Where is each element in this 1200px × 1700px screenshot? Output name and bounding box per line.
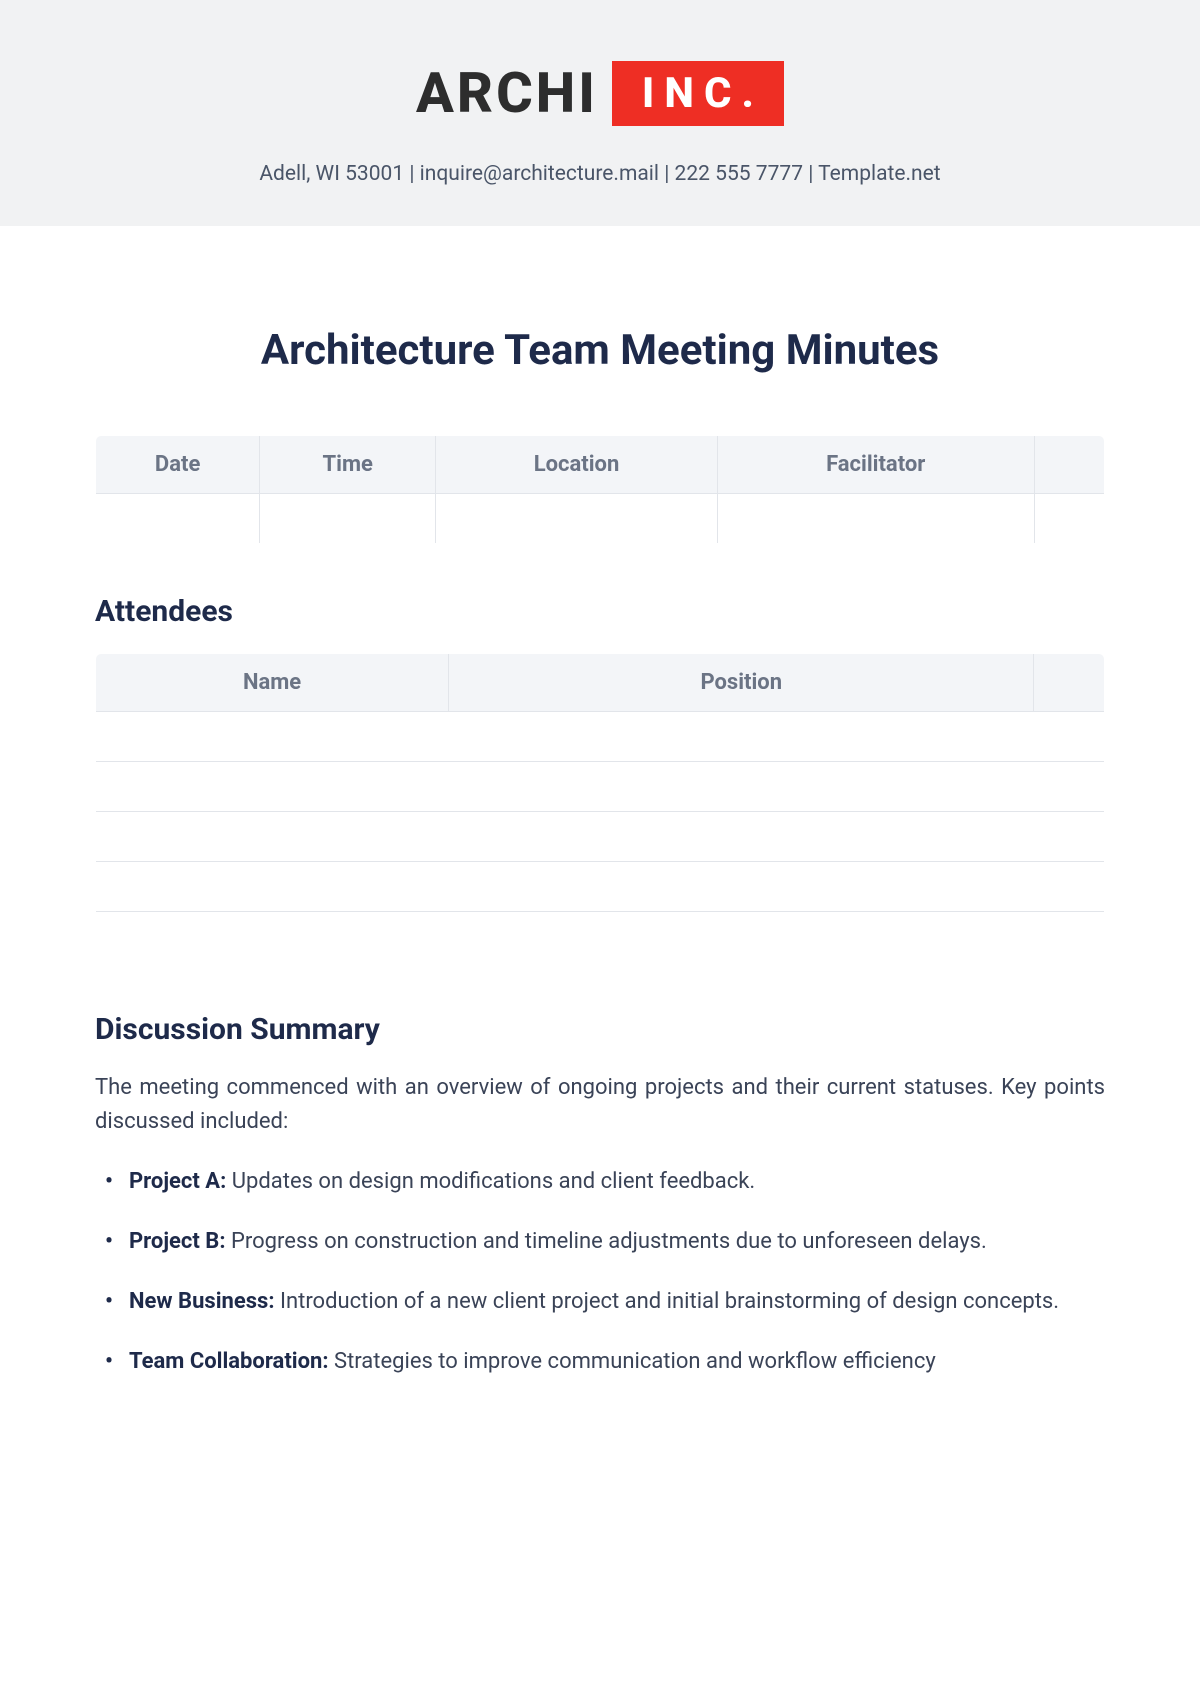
logo-inc: INC.	[612, 61, 784, 126]
bullet-label: Project B:	[129, 1229, 226, 1254]
attendees-row	[96, 812, 1105, 862]
bullet-label: Project A:	[129, 1169, 226, 1194]
meta-header-facilitator: Facilitator	[717, 436, 1034, 494]
attendees-cell-blank[interactable]	[1034, 862, 1105, 912]
attendees-cell-blank[interactable]	[1034, 812, 1105, 862]
bullet-text: Introduction of a new client project and…	[275, 1289, 1060, 1314]
attendees-row	[96, 762, 1105, 812]
attendees-cell-name[interactable]	[96, 762, 449, 812]
bullet-text: Updates on design modifications and clie…	[226, 1169, 755, 1194]
attendees-cell-blank[interactable]	[1034, 762, 1105, 812]
discussion-intro: The meeting commenced with an overview o…	[95, 1071, 1105, 1139]
header-band: ARCHI INC. Adell, WI 53001 | inquire@arc…	[0, 0, 1200, 226]
discussion-bullet: Project B: Progress on construction and …	[105, 1225, 1105, 1259]
attendees-cell-position[interactable]	[449, 912, 1034, 962]
meta-header-date: Date	[96, 436, 260, 494]
logo-archi: ARCHI	[416, 60, 598, 126]
discussion-bullet: Project A: Updates on design modificatio…	[105, 1165, 1105, 1199]
attendees-row	[96, 912, 1105, 962]
attendees-header-blank	[1034, 654, 1105, 712]
discussion-bullet: New Business: Introduction of a new clie…	[105, 1285, 1105, 1319]
discussion-bullets: Project A: Updates on design modificatio…	[95, 1165, 1105, 1379]
discussion-heading: Discussion Summary	[95, 1012, 1105, 1047]
page-body: Architecture Team Meeting Minutes Date T…	[0, 326, 1200, 1466]
meta-row	[96, 494, 1105, 544]
document-title: Architecture Team Meeting Minutes	[95, 326, 1105, 375]
attendees-table: Name Position	[95, 653, 1105, 962]
meta-cell-date[interactable]	[96, 494, 260, 544]
meeting-meta-table: Date Time Location Facilitator	[95, 435, 1105, 544]
attendees-cell-blank[interactable]	[1034, 912, 1105, 962]
meta-cell-time[interactable]	[260, 494, 436, 544]
meta-cell-location[interactable]	[436, 494, 718, 544]
bullet-label: New Business:	[129, 1289, 275, 1314]
attendees-cell-name[interactable]	[96, 862, 449, 912]
attendees-cell-position[interactable]	[449, 712, 1034, 762]
attendees-cell-position[interactable]	[449, 812, 1034, 862]
attendees-cell-name[interactable]	[96, 912, 449, 962]
attendees-header-name: Name	[96, 654, 449, 712]
bullet-text: Strategies to improve communication and …	[329, 1349, 936, 1374]
bullet-label: Team Collaboration:	[129, 1349, 329, 1374]
attendees-header-position: Position	[449, 654, 1034, 712]
meta-header-blank	[1034, 436, 1104, 494]
attendees-row	[96, 862, 1105, 912]
attendees-cell-blank[interactable]	[1034, 712, 1105, 762]
meta-cell-blank[interactable]	[1034, 494, 1104, 544]
meta-header-time: Time	[260, 436, 436, 494]
meta-cell-facilitator[interactable]	[717, 494, 1034, 544]
attendees-cell-name[interactable]	[96, 712, 449, 762]
attendees-cell-position[interactable]	[449, 762, 1034, 812]
attendees-cell-position[interactable]	[449, 862, 1034, 912]
attendees-heading: Attendees	[95, 594, 1105, 629]
logo: ARCHI INC.	[416, 60, 784, 126]
bullet-text: Progress on construction and timeline ad…	[226, 1229, 987, 1254]
contact-line: Adell, WI 53001 | inquire@architecture.m…	[0, 162, 1200, 186]
meta-header-location: Location	[436, 436, 718, 494]
discussion-bullet: Team Collaboration: Strategies to improv…	[105, 1345, 1105, 1379]
attendees-row	[96, 712, 1105, 762]
attendees-cell-name[interactable]	[96, 812, 449, 862]
